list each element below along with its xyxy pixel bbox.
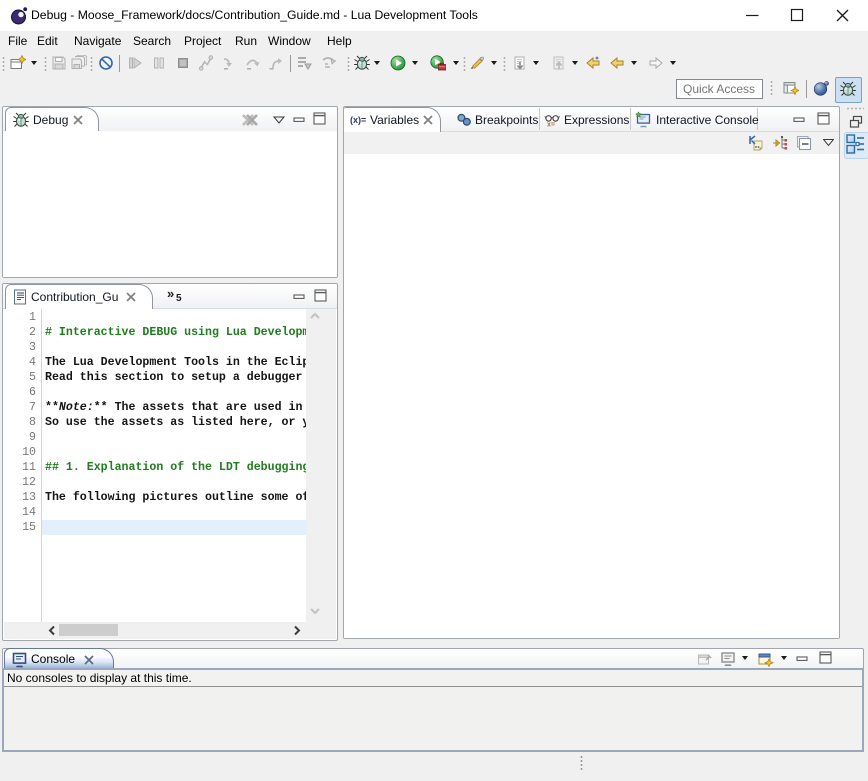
svg-text:x=: x=	[547, 122, 555, 129]
